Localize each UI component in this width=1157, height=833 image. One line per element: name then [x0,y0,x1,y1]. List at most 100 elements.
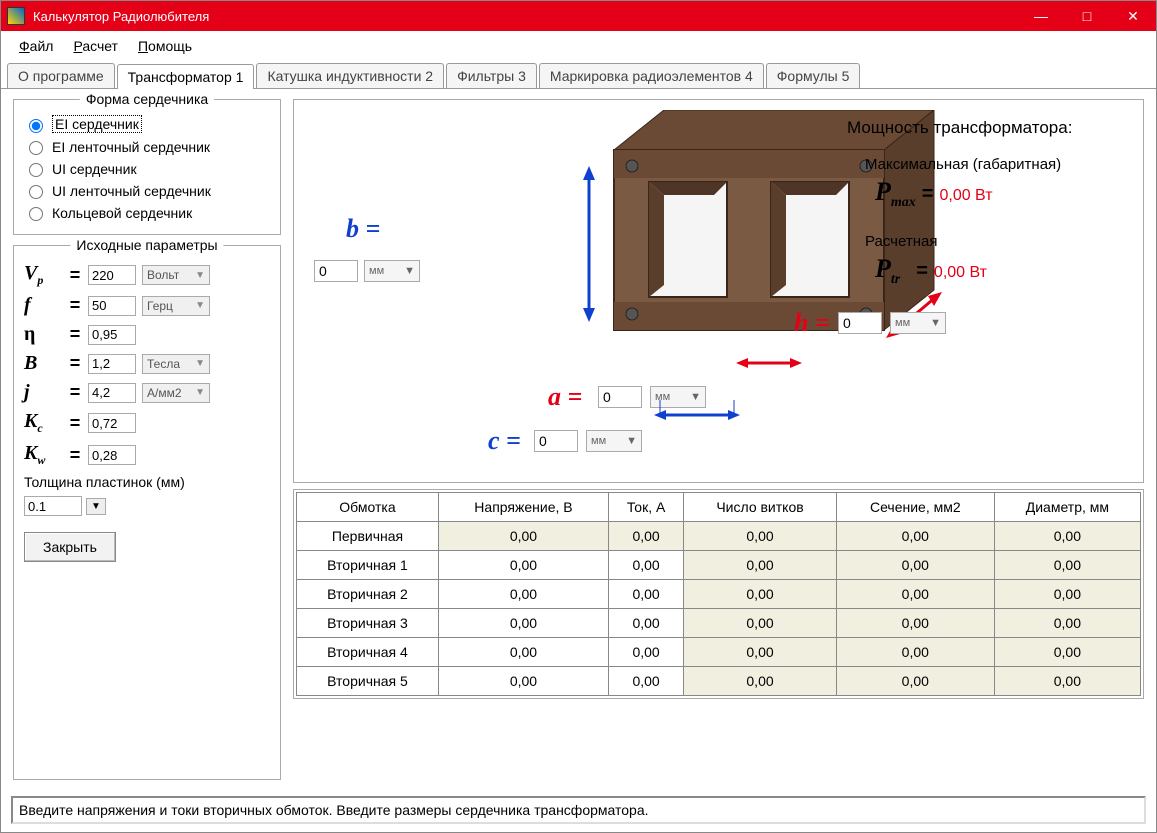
winding-cell: 0,00 [994,551,1140,580]
b-unit-select[interactable]: мм▼ [364,260,420,282]
b-unit-label: Тесла [147,357,180,371]
winding-cell[interactable]: 0,00 [438,638,608,667]
winding-cell: 0,00 [836,667,994,696]
tab-marking[interactable]: Маркировка радиоэлементов 4 [539,63,764,88]
b-unit-label: мм [369,265,384,277]
plate-thickness-dropdown[interactable]: ▼ [86,498,106,515]
radio-ui-core-input[interactable] [29,163,43,177]
kc-input[interactable] [88,413,136,433]
radio-ei-core[interactable]: EI сердечник [24,115,270,133]
menu-help[interactable]: Помощь [130,35,200,57]
winding-cell: 0,00 [684,551,837,580]
menu-file[interactable]: Файл [11,35,61,57]
pmax-eq: = [922,183,934,206]
winding-cell[interactable]: 0,00 [608,638,683,667]
vp-unit-label: Вольт [147,268,179,282]
b-eq: = [68,353,82,374]
c-input[interactable] [534,430,578,452]
statusbar: Введите напряжения и токи вторичных обмо… [11,796,1146,824]
col-header: Напряжение, В [438,493,608,522]
winding-name: Вторичная 5 [297,667,439,696]
plate-thickness-input[interactable] [24,496,82,516]
table-row: Вторичная 10,000,000,000,000,00 [297,551,1141,580]
b-symbol: B [24,352,62,375]
h-label: h = [794,308,830,338]
radio-ui-core[interactable]: UI сердечник [24,160,270,177]
core-visualization: b = мм▼ a = мм▼ [293,99,1144,483]
vp-unit-select[interactable]: Вольт ▼ [142,265,210,285]
winding-cell: 0,00 [836,551,994,580]
f-unit-select[interactable]: Герц▼ [142,296,210,316]
winding-cell: 0,00 [994,609,1140,638]
minimize-button[interactable]: — [1018,1,1064,31]
eta-input[interactable] [88,325,136,345]
winding-cell[interactable]: 0,00 [608,580,683,609]
tab-formulas[interactable]: Формулы 5 [766,63,861,88]
winding-cell[interactable]: 0,00 [438,551,608,580]
winding-name: Вторичная 2 [297,580,439,609]
tabstrip: О программе Трансформатор 1 Катушка инду… [1,61,1156,89]
radio-ei-core-input[interactable] [29,119,43,133]
winding-name: Первичная [297,522,439,551]
h-unit-select[interactable]: мм▼ [890,312,946,334]
chevron-down-icon: ▼ [626,435,637,447]
core-shape-title: Форма сердечника [80,91,214,107]
menu-calc-label: асчет [82,38,118,54]
vp-input[interactable] [88,265,136,285]
b-input[interactable] [88,354,136,374]
tab-about[interactable]: О программе [7,63,115,88]
radio-ui-tape-input[interactable] [29,185,43,199]
close-button[interactable]: Закрыть [24,532,116,562]
winding-cell[interactable]: 0,00 [438,609,608,638]
table-row: Первичная0,000,000,000,000,00 [297,522,1141,551]
c-dim-arrow [652,400,742,430]
radio-ui-core-label: UI сердечник [52,161,137,177]
winding-cell: 0,00 [608,522,683,551]
kc-symbol: Kc [24,410,62,436]
maximize-button[interactable]: □ [1064,1,1110,31]
a-input[interactable] [598,386,642,408]
winding-cell[interactable]: 0,00 [438,667,608,696]
radio-ring-core[interactable]: Кольцевой сердечник [24,204,270,221]
tab-inductor[interactable]: Катушка индуктивности 2 [256,63,444,88]
radio-ei-tape-input[interactable] [29,141,43,155]
b-input[interactable] [314,260,358,282]
col-header: Число витков [684,493,837,522]
chevron-down-icon: ▼ [195,270,205,281]
c-unit-select[interactable]: мм▼ [586,430,642,452]
power-block: Мощность трансформатора: Максимальная (г… [847,118,1127,310]
results-panel: ОбмоткаНапряжение, ВТок, АЧисло витковСе… [293,489,1144,699]
kw-input[interactable] [88,445,136,465]
radio-ring-core-input[interactable] [29,207,43,221]
winding-cell[interactable]: 0,00 [608,609,683,638]
menu-calc[interactable]: Расчет [65,35,126,57]
tab-filters[interactable]: Фильтры 3 [446,63,537,88]
radio-ui-tape[interactable]: UI ленточный сердечник [24,182,270,199]
winding-cell[interactable]: 0,00 [608,667,683,696]
kw-symbol: Kw [24,442,62,468]
winding-name: Вторичная 1 [297,551,439,580]
table-row: Вторичная 40,000,000,000,000,00 [297,638,1141,667]
winding-cell: 0,00 [836,580,994,609]
kc-eq: = [68,413,82,434]
vp-symbol: Vp [24,262,62,288]
b-unit-select[interactable]: Тесла ▼ [142,354,210,374]
j-input[interactable] [88,383,136,403]
window-title: Калькулятор Радиолюбителя [33,9,1018,24]
b-label: b = [346,214,380,244]
radio-ei-tape-label: EI ленточный сердечник [52,139,210,155]
radio-ei-tape[interactable]: EI ленточный сердечник [24,138,270,155]
f-input[interactable] [88,296,136,316]
close-window-button[interactable]: ✕ [1110,1,1156,31]
tab-transformer[interactable]: Трансформатор 1 [117,64,255,89]
winding-cell[interactable]: 0,00 [608,551,683,580]
table-row: Вторичная 30,000,000,000,000,00 [297,609,1141,638]
f-symbol: f [24,294,62,317]
chevron-down-icon: ▼ [195,358,205,369]
j-unit-select[interactable]: А/мм2▼ [142,383,210,403]
params-group: Исходные параметры Vp = Вольт▼ f = Герц▼… [13,245,281,780]
winding-cell[interactable]: 0,00 [438,580,608,609]
j-unit-label: А/мм2 [147,386,182,400]
menu-help-label: омощь [148,38,192,54]
h-input[interactable] [838,312,882,334]
